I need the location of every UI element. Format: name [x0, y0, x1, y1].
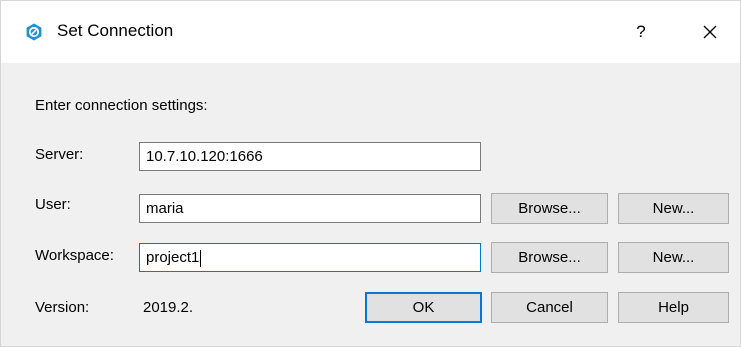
workspace-label: Workspace: — [35, 247, 114, 264]
close-icon — [703, 25, 717, 39]
browse-workspace-button[interactable]: Browse... — [491, 242, 608, 273]
server-value: 10.7.10.120:1666 — [146, 148, 263, 165]
text-caret — [200, 249, 202, 267]
set-connection-dialog: Set Connection ? Enter connection settin… — [0, 0, 741, 347]
version-value: 2019.2. — [143, 299, 194, 316]
user-input[interactable]: maria — [139, 194, 481, 223]
ok-button[interactable]: OK — [365, 292, 482, 323]
workspace-value: project1 — [146, 249, 200, 266]
browse-user-button[interactable]: Browse... — [491, 193, 608, 224]
user-value: maria — [146, 200, 184, 217]
workspace-input[interactable]: project1 — [139, 243, 481, 272]
close-button[interactable] — [689, 13, 731, 51]
new-user-button[interactable]: New... — [618, 193, 729, 224]
help-title-button[interactable]: ? — [621, 13, 661, 51]
window-title: Set Connection — [57, 21, 174, 40]
version-label: Version: — [35, 299, 90, 316]
question-icon: ? — [636, 22, 646, 41]
help-button[interactable]: Help — [618, 292, 729, 323]
server-label: Server: — [35, 146, 84, 163]
new-workspace-button[interactable]: New... — [618, 242, 729, 273]
cancel-button[interactable]: Cancel — [491, 292, 608, 323]
app-logo-icon — [26, 23, 42, 41]
title-bar[interactable]: Set Connection ? — [1, 1, 740, 63]
prompt-label: Enter connection settings: — [35, 97, 208, 114]
server-input[interactable]: 10.7.10.120:1666 — [139, 142, 481, 171]
user-label: User: — [35, 196, 71, 213]
